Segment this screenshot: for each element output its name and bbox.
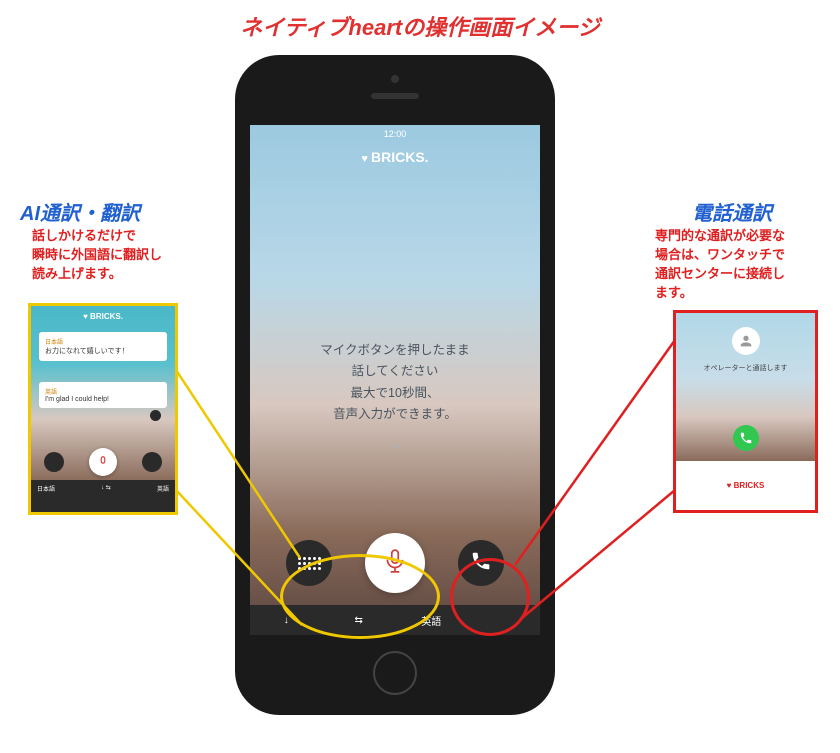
highlight-phone-interpret: [450, 558, 530, 636]
mini-brand-footer: ♥ BRICKS: [676, 461, 815, 510]
operator-call-text: オペレーターと通話します: [676, 363, 815, 373]
ai-translation-title: AI通訳・翻訳: [20, 197, 140, 226]
green-call-button: [733, 425, 759, 451]
mini-lang-left: 日本語: [37, 484, 55, 493]
desc-line: 読み上げます。: [32, 266, 122, 281]
instruction-line: 音声入力ができます。: [333, 407, 457, 421]
chevron-down-icon: ⌄: [250, 435, 540, 452]
bubble-lang-label: 日本語: [45, 337, 161, 346]
phone-camera-dot: [391, 75, 399, 83]
mini-keyboard-button: [44, 452, 64, 472]
mini-lang-right: 英語: [157, 484, 169, 493]
mini-mic-button: [89, 448, 117, 476]
bubble-lang-label: 英語: [45, 387, 161, 396]
desc-line: 通訳センターに接続し: [655, 266, 785, 281]
mini-button-row: [31, 448, 175, 476]
bubble-text: I'm glad I could help!: [45, 396, 161, 403]
page-title: ネイティブheartの操作画面イメージ: [0, 10, 840, 42]
desc-line: 瞬時に外国語に翻訳し: [32, 247, 162, 262]
phone-interpret-screenshot: オペレーターと通話します ♥ BRICKS: [673, 310, 818, 513]
status-time: 12:00: [250, 129, 540, 139]
mini-call-screen: オペレーターと通話します: [676, 313, 815, 461]
home-button[interactable]: [373, 651, 417, 695]
instruction-line: マイクボタンを押したまま: [320, 343, 469, 357]
ai-translation-desc: 話しかけるだけで 瞬時に外国語に翻訳し 読み上げます。: [32, 227, 162, 284]
mini-call-button: [142, 452, 162, 472]
instruction-line: 最大で10秒間、: [351, 386, 440, 400]
audio-play-icon: [150, 410, 161, 421]
desc-line: 話しかけるだけで: [32, 228, 136, 243]
bubble-text: お力になれて嬉しいです！: [45, 346, 161, 356]
desc-line: 場合は、ワンタッチで: [655, 247, 785, 262]
phone-earpiece: [371, 93, 419, 99]
ai-translation-screenshot: ♥ BRICKS. 日本語 お力になれて嬉しいです！ 英語 I'm glad I…: [28, 303, 178, 515]
mini-language-bar: 日本語 ↓ ⇆ 英語: [31, 480, 175, 512]
phone-interpret-desc: 専門的な通訳が必要な 場合は、ワンタッチで 通訳センターに接続し ます。: [655, 227, 820, 302]
chat-bubble-source: 日本語 お力になれて嬉しいです！: [39, 332, 167, 361]
operator-avatar-icon: [732, 327, 760, 355]
mini-lang-swap-icon: ↓ ⇆: [101, 484, 111, 491]
mini-brand: ♥ BRICKS.: [31, 312, 175, 321]
instruction-text: マイクボタンを押したまま 話してください 最大で10秒間、 音声入力ができます。: [250, 340, 540, 425]
desc-line: ます。: [655, 285, 693, 300]
instruction-line: 話してください: [352, 364, 439, 378]
desc-line: 専門的な通訳が必要な: [655, 228, 785, 243]
phone-interpret-title: 電話通訳: [692, 197, 772, 226]
highlight-ai-translation: [280, 554, 440, 639]
app-brand: BRICKS.: [250, 149, 540, 165]
chat-bubble-translated: 英語 I'm glad I could help!: [39, 382, 167, 408]
